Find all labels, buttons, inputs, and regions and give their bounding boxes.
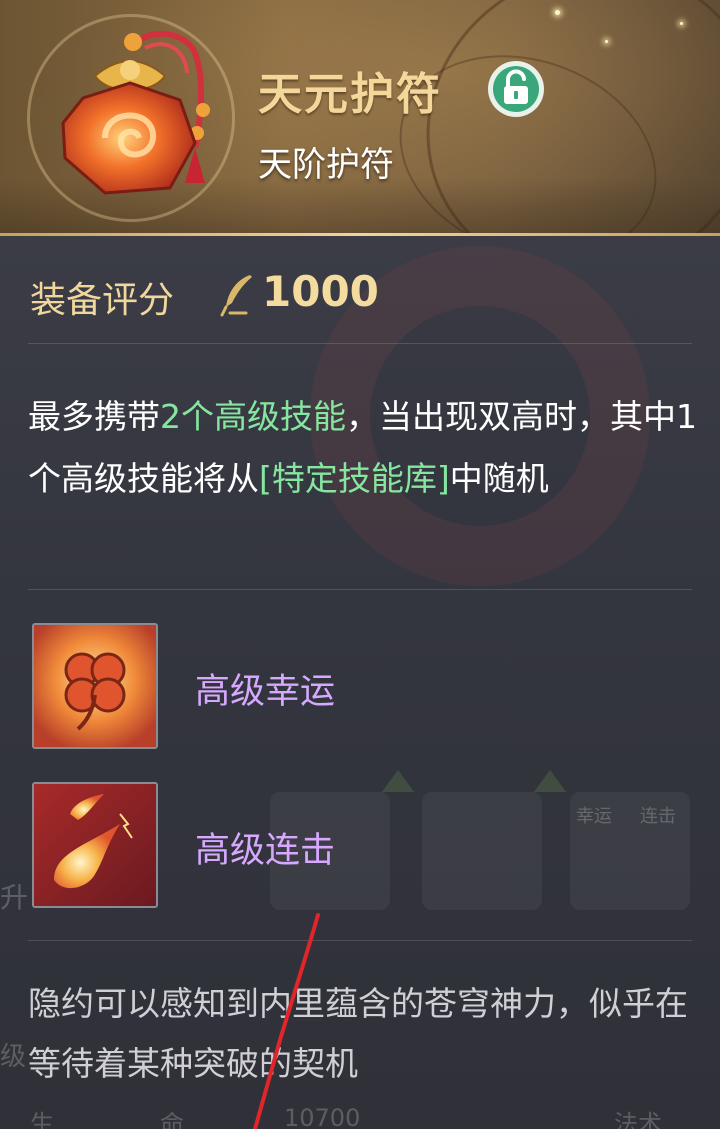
flavor-text: 隐约可以感知到内里蕴含的苍穹神力，似乎在等待着某种突破的契机	[28, 984, 688, 1083]
background-text: 级	[0, 1042, 27, 1072]
divider	[28, 940, 692, 941]
description-highlight: 2个高级技能	[160, 397, 346, 436]
fireball-icon	[32, 782, 158, 908]
skill-name: 高级连击	[195, 831, 336, 871]
background-stat-value: 10700	[284, 1104, 361, 1129]
item-header: 天元护符 天阶护符	[0, 0, 720, 236]
sparkle-icon	[555, 10, 560, 15]
divider	[28, 343, 692, 344]
divider	[28, 589, 692, 590]
skill-rule-description: 最多携带2个高级技能，当出现双高时，其中1个高级技能将从[特定技能库]中随机	[28, 386, 698, 510]
skill-item[interactable]: 高级幸运	[32, 623, 692, 749]
item-title: 天元护符	[258, 69, 442, 120]
description-text: 最多携带	[28, 397, 160, 436]
amulet-pouch-icon	[61, 30, 210, 195]
skill-item[interactable]: 高级连击	[32, 782, 692, 908]
skill-name: 高级幸运	[195, 672, 336, 712]
clover-icon	[32, 623, 158, 749]
description-text: 中随机	[449, 459, 549, 498]
item-subtitle: 天阶护符	[258, 145, 394, 185]
item-detail-panel[interactable]: 装备评分 1000 最多携带2个高级技能，当出现双高时，其中1个高级技能将从[特…	[0, 236, 720, 1129]
score-value: 1000	[262, 267, 379, 316]
score-label: 装备评分	[30, 280, 175, 321]
sparkle-icon	[680, 22, 683, 25]
sparkle-icon	[605, 40, 608, 43]
description-highlight: [特定技能库]	[259, 459, 450, 498]
background-stat-label: 命	[160, 1110, 184, 1129]
background-stat-label: 法术	[614, 1110, 662, 1129]
quill-icon	[220, 275, 252, 317]
unlock-icon[interactable]	[487, 60, 545, 118]
background-stat-label: 生	[30, 1110, 54, 1129]
background-text: 升	[0, 881, 29, 914]
